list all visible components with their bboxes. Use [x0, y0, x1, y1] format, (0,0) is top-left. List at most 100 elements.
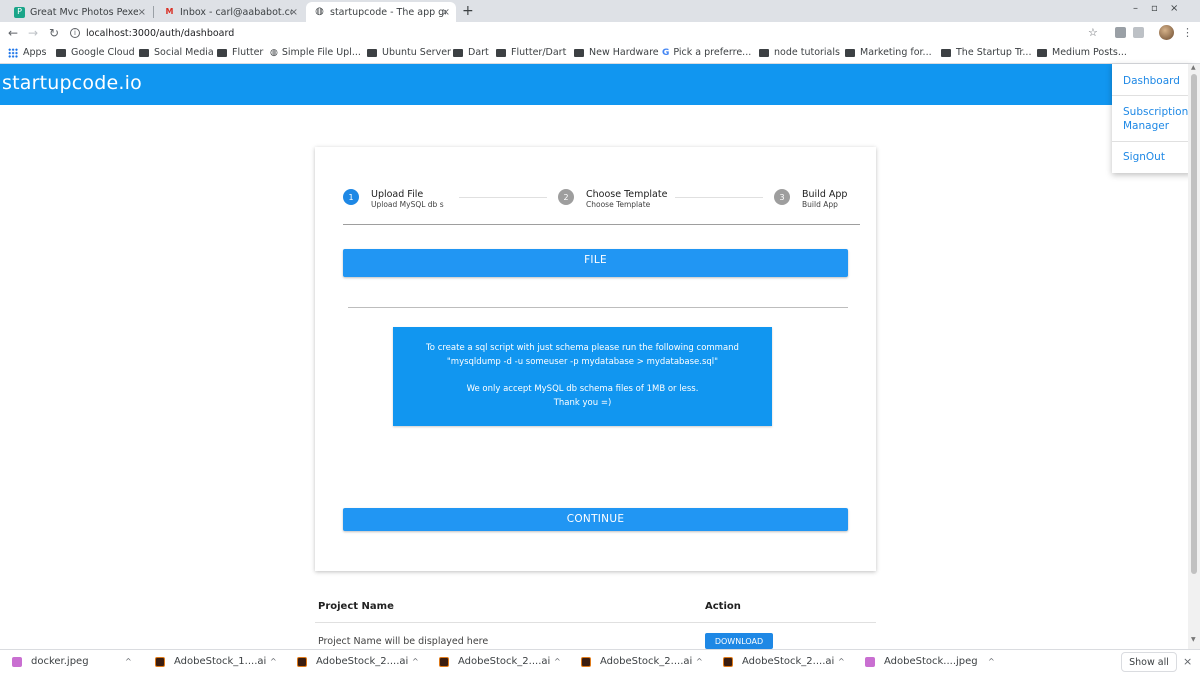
extension-icon[interactable]	[1115, 27, 1126, 38]
bookmark-folder[interactable]: Ubuntu Server	[367, 47, 451, 58]
profile-avatar[interactable]	[1159, 25, 1174, 40]
address-bar[interactable]: i localhost:3000/auth/dashboard	[70, 25, 234, 41]
bookmark-label: Flutter/Dart	[511, 47, 567, 58]
download-item[interactable]: AdobeStock....jpeg ^	[865, 656, 995, 667]
tab-close-icon[interactable]: ×	[442, 7, 450, 18]
folder-icon	[496, 48, 506, 57]
site-info-icon[interactable]: i	[70, 28, 80, 38]
app-header: startupcode.io	[0, 64, 1200, 105]
folder-icon	[453, 48, 463, 57]
brand-logo[interactable]: startupcode.io	[2, 72, 142, 94]
minimize-icon[interactable]: –	[1133, 3, 1138, 14]
step-number: 1	[343, 189, 359, 205]
chevron-up-icon[interactable]: ^	[696, 657, 703, 666]
bookmark-apps[interactable]: Apps	[8, 47, 47, 58]
chevron-up-icon[interactable]: ^	[125, 657, 132, 666]
schema-instructions-box: To create a sql script with just schema …	[393, 327, 772, 426]
scrollbar-thumb[interactable]	[1191, 74, 1197, 574]
globe-favicon-icon: ◍	[315, 6, 324, 17]
bookmark-folder[interactable]: node tutorials	[759, 47, 840, 58]
folder-icon	[941, 48, 951, 57]
chevron-up-icon[interactable]: ^	[838, 657, 845, 666]
bookmark-folder[interactable]: Marketing for...	[845, 47, 932, 58]
bookmark-folder[interactable]: Flutter	[217, 47, 263, 58]
folder-icon	[56, 48, 66, 57]
maximize-icon[interactable]: ▫	[1151, 3, 1158, 14]
menu-divider	[1112, 141, 1192, 142]
bookmark-folder[interactable]: Google Cloud	[56, 47, 135, 58]
illustrator-file-icon	[297, 656, 307, 667]
bookmark-folder[interactable]: New Hardware	[574, 47, 659, 58]
chevron-up-icon[interactable]: ^	[270, 657, 277, 666]
download-shelf: docker.jpeg ^ AdobeStock_1....ai ^ AdobeSt…	[0, 649, 1200, 675]
page-scrollbar[interactable]: ▲ ▼	[1188, 64, 1200, 649]
bookmark-label: The Startup Tr...	[956, 47, 1032, 58]
bookmark-label: Marketing for...	[860, 47, 932, 58]
tab-title: Great Mvc Photos Pexels	[30, 6, 138, 18]
illustrator-file-icon	[581, 656, 591, 667]
bookmark-label: Flutter	[232, 47, 264, 58]
tab-title: Inbox - carl@aababot.com	[180, 6, 292, 18]
content-divider	[348, 307, 848, 308]
download-item[interactable]: AdobeStock_2....ai ^	[723, 656, 845, 667]
menu-item-subscription-manager[interactable]: Subscription Manager	[1123, 105, 1188, 133]
bookmark-folder[interactable]: Dart	[453, 47, 489, 58]
browser-tab[interactable]: M Inbox - carl@aababot.com ×	[156, 2, 304, 22]
close-shelf-icon[interactable]: ×	[1183, 655, 1192, 668]
extension-icon[interactable]	[1133, 27, 1144, 38]
bookmark-label: Medium Posts...	[1052, 47, 1127, 58]
menu-item-dashboard[interactable]: Dashboard	[1123, 74, 1180, 88]
scroll-down-icon[interactable]: ▼	[1191, 636, 1196, 643]
bookmark-folder[interactable]: The Startup Tr...	[941, 47, 1031, 58]
bookmark-folder[interactable]: Flutter/Dart	[496, 47, 566, 58]
column-header-project-name: Project Name	[318, 601, 394, 612]
download-button[interactable]: DOWNLOAD	[705, 633, 773, 649]
table-header-rule	[315, 622, 876, 623]
folder-icon	[845, 48, 855, 57]
download-item[interactable]: AdobeStock_2....ai ^	[297, 656, 419, 667]
bookmark-label: Ubuntu Server	[382, 47, 451, 58]
download-item[interactable]: AdobeStock_2....ai ^	[581, 656, 703, 667]
new-tab-button[interactable]: +	[462, 3, 474, 19]
continue-button[interactable]: CONTINUE	[343, 508, 848, 531]
tab-close-icon[interactable]: ×	[138, 7, 146, 18]
tab-separator	[153, 6, 154, 18]
download-item[interactable]: AdobeStock_1....ai ^	[155, 656, 277, 667]
browser-tab[interactable]: P Great Mvc Photos Pexels ×	[6, 2, 154, 22]
forward-arrow-icon[interactable]: →	[28, 26, 38, 40]
download-filename: AdobeStock_2....ai	[316, 656, 409, 667]
browser-menu-icon[interactable]: ⋮	[1182, 26, 1193, 39]
account-menu: Dashboard Subscription Manager SignOut	[1112, 64, 1192, 173]
file-upload-button[interactable]: FILE	[343, 249, 848, 277]
back-arrow-icon[interactable]: ←	[8, 26, 18, 40]
step-choose-template[interactable]: 2 Choose Template Choose Template	[558, 189, 667, 209]
tab-close-icon[interactable]: ×	[290, 7, 298, 18]
step-build-app[interactable]: 3 Build App Build App	[774, 189, 847, 209]
chevron-up-icon[interactable]: ^	[412, 657, 419, 666]
step-upload-file[interactable]: 1 Upload File Upload MySQL db s	[343, 189, 444, 209]
chevron-up-icon[interactable]: ^	[554, 657, 561, 666]
globe-icon: ◍	[270, 47, 278, 58]
download-item[interactable]: docker.jpeg ^	[12, 656, 132, 667]
folder-icon	[574, 48, 584, 57]
download-filename: AdobeStock_2....ai	[600, 656, 693, 667]
bookmark-label: Pick a preferre...	[673, 47, 752, 58]
bookmark-link[interactable]: ◍ Simple File Upl...	[270, 47, 361, 58]
illustrator-file-icon	[723, 656, 733, 667]
menu-item-signout[interactable]: SignOut	[1123, 150, 1165, 164]
show-all-downloads-button[interactable]: Show all	[1121, 652, 1177, 672]
reload-icon[interactable]: ↻	[49, 26, 59, 40]
download-item[interactable]: AdobeStock_2....ai ^	[439, 656, 561, 667]
bookmark-folder[interactable]: Medium Posts...	[1037, 47, 1127, 58]
chevron-up-icon[interactable]: ^	[988, 657, 995, 666]
folder-icon	[367, 48, 377, 57]
bookmark-folder[interactable]: Social Media	[139, 47, 214, 58]
bookmark-star-icon[interactable]: ☆	[1088, 26, 1098, 39]
thanks-text: Thank you =)	[553, 397, 612, 408]
scroll-up-icon[interactable]: ▲	[1191, 64, 1196, 71]
browser-tab-active[interactable]: ◍ startupcode - The app gen ×	[306, 2, 456, 22]
folder-icon	[759, 48, 769, 57]
bookmark-link[interactable]: G Pick a preferre...	[662, 47, 751, 58]
window-close-icon[interactable]: ×	[1170, 3, 1178, 14]
bookmarks-bar: Apps Google Cloud Social Media Flutter ◍…	[0, 44, 1200, 64]
